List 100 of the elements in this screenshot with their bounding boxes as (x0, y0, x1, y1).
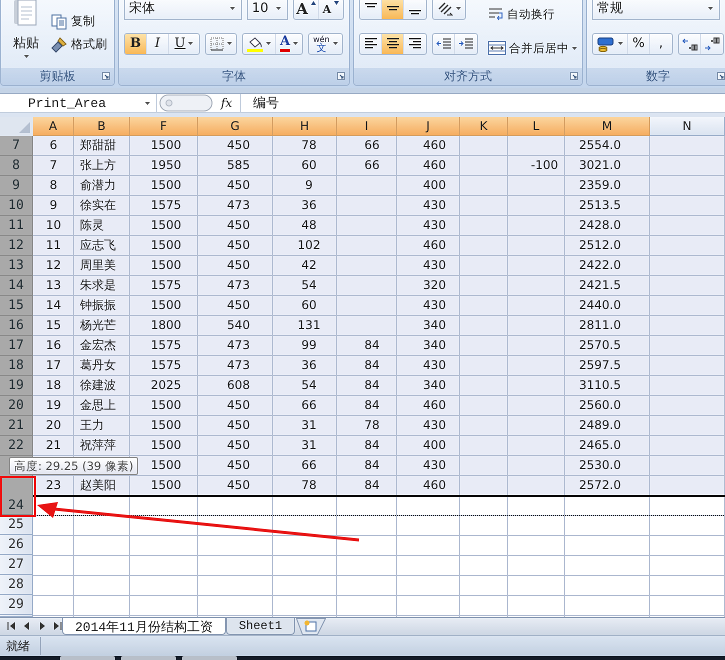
font-name-field[interactable]: 宋体 (124, 0, 242, 20)
row-header[interactable]: 13 (0, 256, 33, 276)
italic-button[interactable]: I (147, 34, 169, 54)
table-cell-text: 1500 (150, 417, 182, 434)
row-header[interactable]: 27 (0, 555, 33, 575)
row-header[interactable]: 18 (0, 356, 33, 376)
diagonal-lines-icon (437, 0, 453, 16)
dialog-launcher-icon[interactable] (337, 72, 345, 80)
name-box[interactable]: Print_Area (0, 94, 157, 112)
last-icon[interactable] (51, 620, 63, 632)
lines-icon[interactable] (364, 38, 376, 49)
first-icon[interactable] (6, 620, 18, 632)
table-cell-text: 2421.5 (578, 277, 622, 294)
table-cell-text: 340 (422, 317, 447, 334)
row-header[interactable]: 7 (0, 136, 33, 156)
lines-icon[interactable] (386, 6, 398, 11)
align-middle-button[interactable] (382, 0, 404, 18)
column-header[interactable]: H (273, 117, 337, 136)
row-header[interactable]: 19 (0, 376, 33, 396)
row-header[interactable]: 28 (0, 575, 33, 595)
format-painter-button[interactable]: 格式刷 (51, 36, 107, 53)
caret-icon (293, 42, 298, 45)
align-center-button[interactable] (382, 34, 404, 54)
row-header[interactable]: 8 (0, 156, 33, 176)
lines-icon[interactable] (409, 38, 421, 49)
underline-button[interactable]: U (169, 34, 199, 54)
dialog-launcher-icon[interactable] (102, 72, 110, 80)
table-cell-text: 78 (300, 137, 318, 154)
column-header[interactable]: A (33, 117, 74, 136)
copy-button[interactable]: 复制 (51, 13, 107, 30)
column-header[interactable]: G (198, 117, 273, 136)
column-header[interactable]: N (650, 117, 725, 136)
lines-icon[interactable] (364, 2, 376, 8)
caret-icon (24, 55, 28, 58)
paint-bucket-icon (247, 36, 263, 52)
number-format-field[interactable]: 常规 (592, 0, 720, 20)
table-cell-text: 7 (48, 157, 58, 174)
table-cell-text: 12 (44, 257, 62, 274)
font-size-field[interactable]: 10 (246, 0, 288, 20)
phonetic-button[interactable]: wén 文 (309, 34, 342, 54)
sheet-tab[interactable]: 2014年11月份结构工资 (62, 618, 226, 635)
row-header[interactable]: 22 (0, 436, 33, 456)
column-header[interactable]: B (74, 117, 130, 136)
bold-button[interactable]: B (125, 34, 147, 54)
column-header[interactable]: F (130, 117, 198, 136)
row-header[interactable]: 10 (0, 196, 33, 216)
dialog-launcher-icon[interactable] (717, 72, 725, 80)
new-sheet-icon[interactable] (296, 618, 326, 635)
row-header[interactable]: 25 (0, 515, 33, 535)
table-cell-text: 10 (44, 217, 62, 234)
table-cell-text: 473 (226, 197, 251, 214)
row-header[interactable]: 20 (0, 396, 33, 416)
row-header[interactable]: 14 (0, 276, 33, 296)
table-cell-text: 2530.0 (578, 457, 622, 474)
table-cell-text: 9 (48, 197, 58, 214)
lines-icon[interactable] (386, 38, 398, 49)
table-cell-text: 1800 (150, 317, 182, 334)
row-header[interactable]: 17 (0, 336, 33, 356)
lines-icon[interactable] (409, 10, 421, 14)
column-header[interactable]: M (565, 117, 650, 136)
column-header[interactable]: J (397, 117, 460, 136)
table-cell-text: 430 (422, 257, 447, 274)
sheet-tab[interactable]: Sheet1 (226, 618, 296, 635)
dialog-launcher-icon[interactable] (570, 72, 578, 80)
paste-button[interactable]: 粘贴 (6, 0, 46, 68)
row-header[interactable]: 26 (0, 535, 33, 555)
table-cell-text: 66 (300, 397, 318, 414)
row-header[interactable]: 9 (0, 176, 33, 196)
row-header[interactable]: 21 (0, 416, 33, 436)
table-cell-text: 16 (44, 337, 62, 354)
insert-function-button[interactable]: fx (213, 94, 241, 112)
wrap-text-button[interactable]: 自动换行 (488, 4, 577, 24)
row-header[interactable]: 15 (0, 296, 33, 316)
formula-field[interactable]: 编号 (241, 94, 279, 112)
table-cell-text: 2597.5 (578, 357, 622, 374)
shrink-font-button[interactable]: A (318, 0, 344, 18)
table-cell-text: 460 (422, 477, 447, 494)
row-header[interactable]: 12 (0, 236, 33, 256)
column-header[interactable]: K (460, 117, 508, 136)
table-cell-text: 430 (422, 297, 447, 314)
percent-button[interactable]: % (628, 34, 650, 54)
table-cell-text: 2560.0 (578, 397, 622, 414)
table-cell-text: 36 (300, 357, 318, 374)
table-cell-text: 450 (226, 417, 251, 434)
table-cell-text: 19 (44, 397, 62, 414)
table-cell-text: 78 (363, 417, 381, 434)
resize-handle-icon[interactable] (159, 94, 213, 112)
table-cell-text: 450 (226, 457, 251, 474)
column-header[interactable]: L (508, 117, 565, 136)
table-cell-text: 450 (226, 137, 251, 154)
row-header[interactable]: 11 (0, 216, 33, 236)
grow-font-button[interactable]: A (294, 0, 319, 18)
table-cell-text: 8 (48, 177, 58, 194)
table-cell-text: 2570.5 (578, 337, 622, 354)
merge-center-button[interactable]: 合并后居中 (488, 38, 577, 58)
column-header[interactable]: I (337, 117, 397, 136)
table-cell-text: 2422.0 (578, 257, 622, 274)
row-header[interactable]: 29 (0, 595, 33, 615)
row-header[interactable]: 16 (0, 316, 33, 336)
comma-button[interactable]: , (650, 34, 672, 54)
